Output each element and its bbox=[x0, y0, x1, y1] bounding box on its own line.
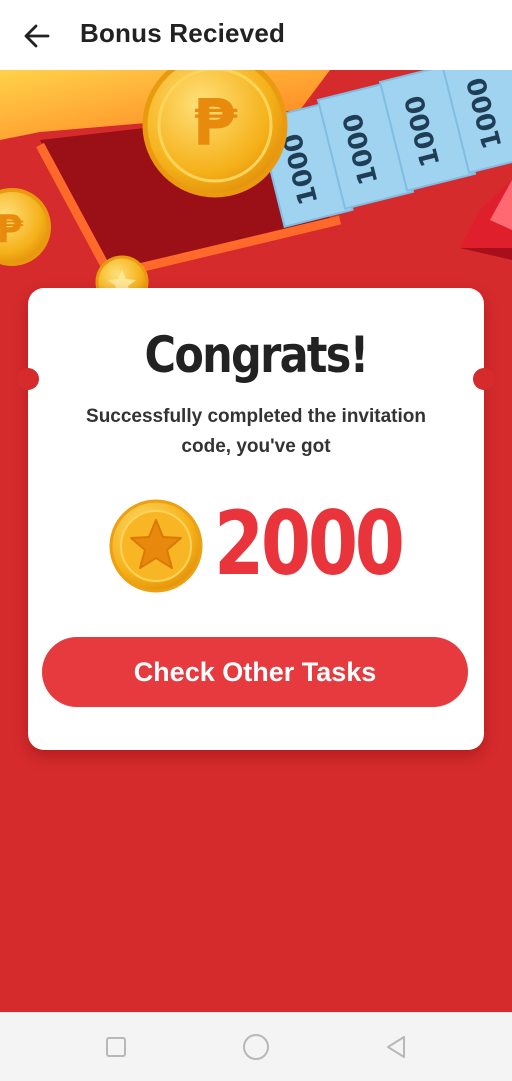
card-notch-left bbox=[17, 368, 39, 390]
page-title: Bonus Recieved bbox=[80, 18, 286, 48]
square-recent-apps-icon bbox=[106, 1037, 126, 1057]
svg-text:₱: ₱ bbox=[0, 207, 24, 251]
system-back-button[interactable] bbox=[380, 1031, 412, 1063]
home-button[interactable] bbox=[240, 1031, 272, 1063]
system-navigation-bar bbox=[0, 1012, 512, 1081]
svg-text:₱: ₱ bbox=[193, 87, 238, 161]
reward-card: Congrats! Successfully completed the inv… bbox=[17, 288, 495, 750]
recent-apps-button[interactable] bbox=[100, 1031, 132, 1063]
arrow-left-icon bbox=[24, 24, 50, 48]
star-coin-icon bbox=[109, 499, 203, 593]
bonus-screen: 1000 1000 1000 1000 ₱ ₱ Congrats! Succes… bbox=[0, 70, 512, 1012]
card-notch-right bbox=[473, 368, 495, 390]
congrats-heading: Congrats! bbox=[144, 326, 369, 384]
peso-coin-icon: ₱ bbox=[142, 70, 288, 198]
check-other-tasks-button[interactable]: Check Other Tasks bbox=[42, 637, 468, 707]
reward-message: Successfully completed the invitation co… bbox=[86, 406, 426, 457]
app-header: Bonus Recieved bbox=[0, 0, 512, 70]
reward-amount: 2000 bbox=[214, 492, 405, 595]
back-button[interactable] bbox=[20, 19, 54, 53]
circle-home-icon bbox=[243, 1034, 269, 1060]
triangle-back-icon bbox=[387, 1036, 405, 1058]
